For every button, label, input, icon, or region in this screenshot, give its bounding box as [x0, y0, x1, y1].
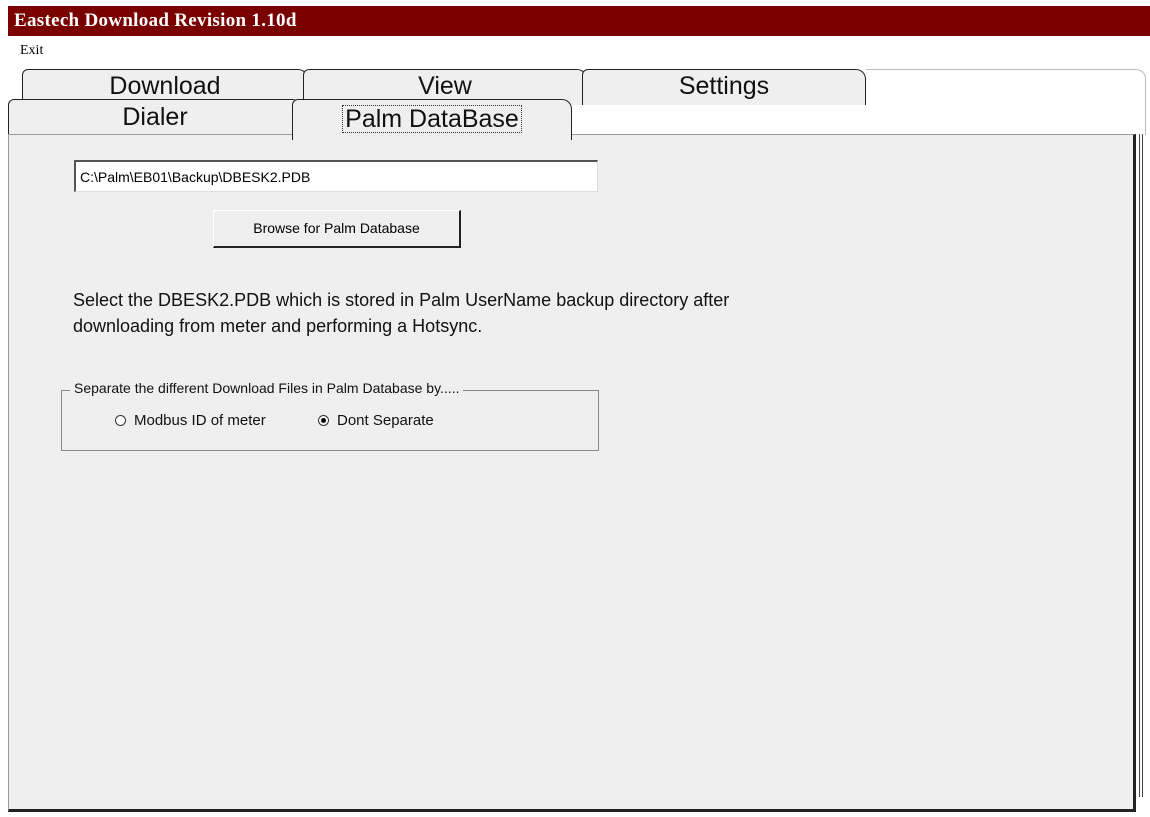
instructions-line-2: downloading from meter and performing a … [73, 316, 483, 336]
menu-bar: Exit [8, 36, 1150, 64]
window-title: Eastech Download Revision 1.10d [8, 6, 1150, 36]
tab-settings-label: Settings [678, 72, 770, 100]
radio-modbus-id[interactable]: Modbus ID of meter [115, 412, 266, 429]
tab-view-label: View [418, 72, 472, 100]
tab-palm-database[interactable]: Palm DataBase [292, 99, 572, 140]
tab-download-label: Download [109, 72, 221, 100]
radio-modbus-id-label: Modbus ID of meter [134, 412, 266, 429]
tab-panel-palm-database [8, 134, 1136, 812]
tab-dialer[interactable]: Dialer [8, 99, 302, 135]
instructions-line-1: Select the DBESK2.PDB which is stored in… [73, 290, 730, 310]
window-edge [1139, 134, 1143, 797]
tab-dialer-label: Dialer [122, 103, 188, 131]
browse-palm-database-button[interactable]: Browse for Palm Database [213, 210, 461, 248]
radio-dont-separate[interactable]: Dont Separate [318, 412, 434, 429]
tab-strip-border [866, 69, 1146, 135]
tab-palm-database-label: Palm DataBase [342, 105, 522, 133]
menu-exit[interactable]: Exit [20, 43, 43, 59]
palm-database-path-input[interactable] [74, 160, 598, 192]
radio-unchecked-icon [115, 415, 126, 426]
radio-checked-icon [318, 415, 329, 426]
instructions-text: Select the DBESK2.PDB which is stored in… [73, 287, 893, 339]
tab-settings[interactable]: Settings [582, 69, 866, 105]
radio-dont-separate-label: Dont Separate [337, 412, 434, 429]
separate-options-label: Separate the different Download Files in… [70, 380, 464, 396]
